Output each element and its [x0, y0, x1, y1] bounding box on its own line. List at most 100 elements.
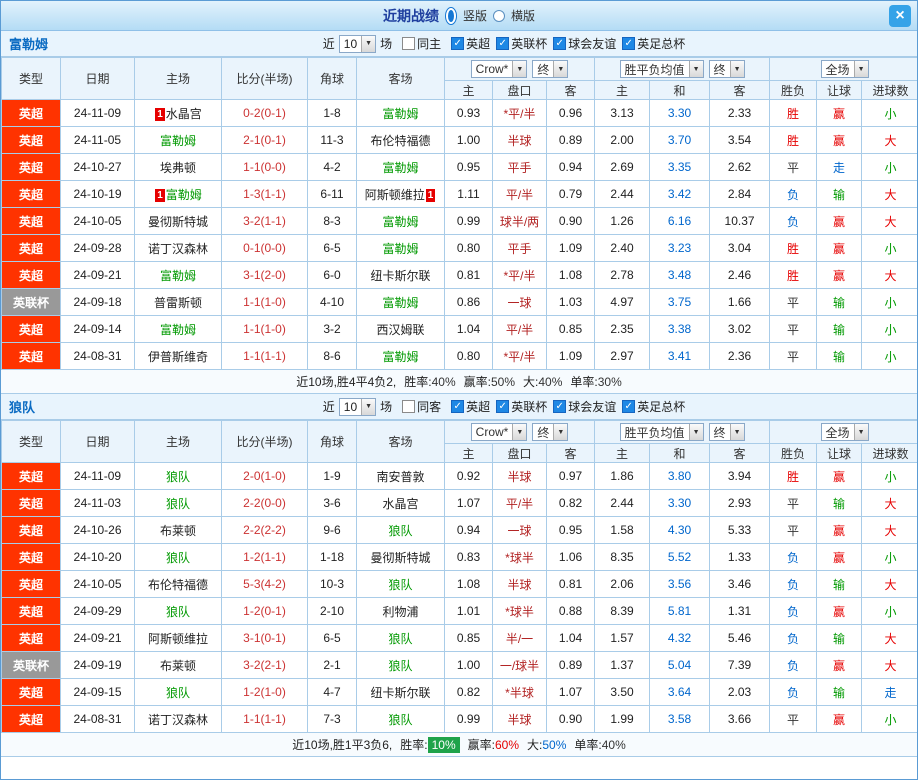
- handicap-result-cell: 赢: [816, 597, 863, 625]
- match-date: 24-10-19: [60, 180, 135, 208]
- scope-group-header: 全场 ▼: [769, 57, 917, 81]
- league-filter-checkbox[interactable]: ✓ 英超: [451, 35, 490, 52]
- close-button[interactable]: ×: [889, 5, 911, 27]
- odds-away: 1.09: [545, 234, 596, 262]
- bookmaker-select[interactable]: Crow* ▼: [470, 60, 528, 78]
- away-team: 富勒姆: [356, 153, 445, 181]
- mean-away-odds: 2.84: [709, 180, 771, 208]
- col-header-type: 类型: [1, 57, 61, 100]
- league-filter-checkbox[interactable]: ✓ 英足总杯: [622, 35, 685, 52]
- same-venue-checkbox[interactable]: 同客: [402, 398, 441, 415]
- match-row: 英超 24-08-31 诺丁汉森林 1-1(1-1) 7-3 狼队 0.99 半球 0.90 1.…: [1, 705, 917, 733]
- mean-away-odds: 2.46: [709, 261, 771, 289]
- same-venue-checkbox[interactable]: 同主: [402, 35, 441, 52]
- checkbox-icon: [402, 37, 416, 50]
- scope-select[interactable]: 全场 ▼: [820, 60, 869, 78]
- mean-home-odds: 1.57: [594, 624, 651, 652]
- mean-odds-select[interactable]: 胜平负均值 ▼: [619, 60, 704, 78]
- handicap-line: 平手: [492, 234, 547, 262]
- handicap-result-cell: 赢: [816, 261, 863, 289]
- mean-draw-odds: 3.41: [649, 342, 711, 370]
- goals-result-cell: 大: [861, 651, 917, 679]
- mean-draw-odds: 6.16: [649, 207, 711, 235]
- result-cell: 负: [769, 543, 818, 571]
- odds-home: 0.94: [444, 516, 493, 544]
- odds-time-select[interactable]: 终 ▼: [532, 423, 569, 441]
- score: 3-2(1-1): [221, 207, 308, 235]
- mean-odds-select[interactable]: 胜平负均值 ▼: [619, 423, 704, 441]
- handicap-line: 平/半: [492, 180, 547, 208]
- footer-stat: 胜率:40%: [404, 375, 455, 389]
- page-title: 近期战绩: [382, 7, 439, 24]
- match-row: 英超 24-09-15 狼队 1-2(1-0) 4-7 纽卡斯尔联 0.82 *半球 1.07 3…: [1, 678, 917, 706]
- league-filter-checkbox[interactable]: ✓ 球会友谊: [553, 35, 616, 52]
- horizontal-layout-radio[interactable]: [493, 9, 505, 22]
- match-count-select[interactable]: 10 ▼: [338, 397, 377, 416]
- odds-away: 0.88: [545, 597, 596, 625]
- handicap-result-cell: 输: [816, 288, 863, 316]
- mean-draw-odds: 3.56: [649, 570, 711, 598]
- mean-draw-odds: 5.04: [649, 651, 711, 679]
- mean-draw-odds: 4.32: [649, 624, 711, 652]
- league-filter-checkbox[interactable]: ✓ 英超: [451, 398, 490, 415]
- match-row: 英超 24-09-14 富勒姆 1-1(1-0) 3-2 西汉姆联 1.04 平/半 0.85 2…: [1, 315, 917, 343]
- col-header-date: 日期: [60, 420, 135, 463]
- handicap-result-cell: 赢: [816, 651, 863, 679]
- odds-time-select[interactable]: 终 ▼: [532, 60, 569, 78]
- away-team: 狼队: [356, 516, 445, 544]
- home-team: 狼队: [134, 489, 222, 517]
- result-cell: 平: [769, 153, 818, 181]
- match-row: 英超 24-10-05 曼彻斯特城 3-2(1-1) 8-3 富勒姆 0.99 球半/两 0.9…: [1, 207, 917, 235]
- home-team: 狼队: [134, 678, 222, 706]
- mean-away-odds: 1.66: [709, 288, 771, 316]
- home-team: 诺丁汉森林: [134, 705, 222, 733]
- match-count-select[interactable]: 10 ▼: [338, 34, 377, 53]
- league-filter-checkbox[interactable]: ✓ 英联杯: [496, 398, 547, 415]
- corners: 1-18: [307, 543, 357, 571]
- match-date: 24-09-18: [60, 288, 135, 316]
- handicap-result-cell: 赢: [816, 462, 863, 490]
- goals-result-cell: 大: [861, 624, 917, 652]
- handicap-line: 一球: [492, 516, 547, 544]
- footer-stat: 单率:40%: [574, 738, 625, 752]
- mean-time-select[interactable]: 终 ▼: [708, 423, 745, 441]
- titlebar: 近期战绩 竖版 横版 ×: [1, 1, 917, 31]
- league-type-badge: 英超: [1, 153, 61, 181]
- mean-draw-odds: 3.42: [649, 180, 711, 208]
- result-cell: 负: [769, 597, 818, 625]
- mean-group-header: 胜平负均值 ▼ 终 ▼: [594, 57, 771, 81]
- home-team: 布伦特福德: [134, 570, 222, 598]
- chevron-down-icon: ▼: [688, 61, 703, 77]
- bookmaker-select[interactable]: Crow* ▼: [470, 423, 528, 441]
- vertical-layout-radio[interactable]: [444, 6, 457, 25]
- subheader-handicap-result: 让球: [816, 80, 863, 100]
- mean-home-odds: 2.69: [594, 153, 651, 181]
- scope-select[interactable]: 全场 ▼: [820, 423, 869, 441]
- team-name: 狼队: [9, 400, 36, 415]
- mean-away-odds: 10.37: [709, 207, 771, 235]
- score: 0-1(0-0): [221, 234, 308, 262]
- score: 2-1(0-1): [221, 126, 308, 154]
- league-filter-checkbox[interactable]: ✓ 英足总杯: [622, 398, 685, 415]
- match-row: 英超 24-11-09 1 水晶宫 0-2(0-1) 1-8 富勒姆 0.93 *平/半 0.96…: [1, 99, 917, 127]
- mean-away-odds: 5.46: [709, 624, 771, 652]
- section-footer: 近10场,胜4平4负2, 胜率:40% 赢率:50% 大:40% 单率:30%: [1, 370, 917, 394]
- red-card-badge: 1: [425, 188, 436, 202]
- checkbox-icon: ✓: [451, 400, 465, 414]
- match-date: 24-08-31: [60, 342, 135, 370]
- score: 1-1(1-1): [221, 342, 308, 370]
- away-team: 利物浦: [356, 597, 445, 625]
- mean-time-select[interactable]: 终 ▼: [708, 60, 745, 78]
- match-row: 英超 24-09-21 富勒姆 3-1(2-0) 6-0 纽卡斯尔联 0.81 *平/半 1.0…: [1, 261, 917, 289]
- league-filter-checkbox[interactable]: ✓ 球会友谊: [553, 398, 616, 415]
- result-cell: 平: [769, 516, 818, 544]
- team-section-fulham: 富勒姆 近 10 ▼ 场 同主 ✓ 英超 ✓ 英联杯 ✓ 球会友谊 ✓ 英足总杯 类型 日期 主…: [1, 31, 917, 394]
- odds-home: 1.07: [444, 489, 493, 517]
- league-type-badge: 英超: [1, 624, 61, 652]
- stat-label: 赢率:: [463, 375, 491, 389]
- vertical-layout-label: 竖版: [462, 9, 487, 23]
- league-filter-checkbox[interactable]: ✓ 英联杯: [496, 35, 547, 52]
- handicap-result-cell: 赢: [816, 207, 863, 235]
- result-cell: 负: [769, 624, 818, 652]
- horizontal-layout-label: 横版: [511, 9, 536, 23]
